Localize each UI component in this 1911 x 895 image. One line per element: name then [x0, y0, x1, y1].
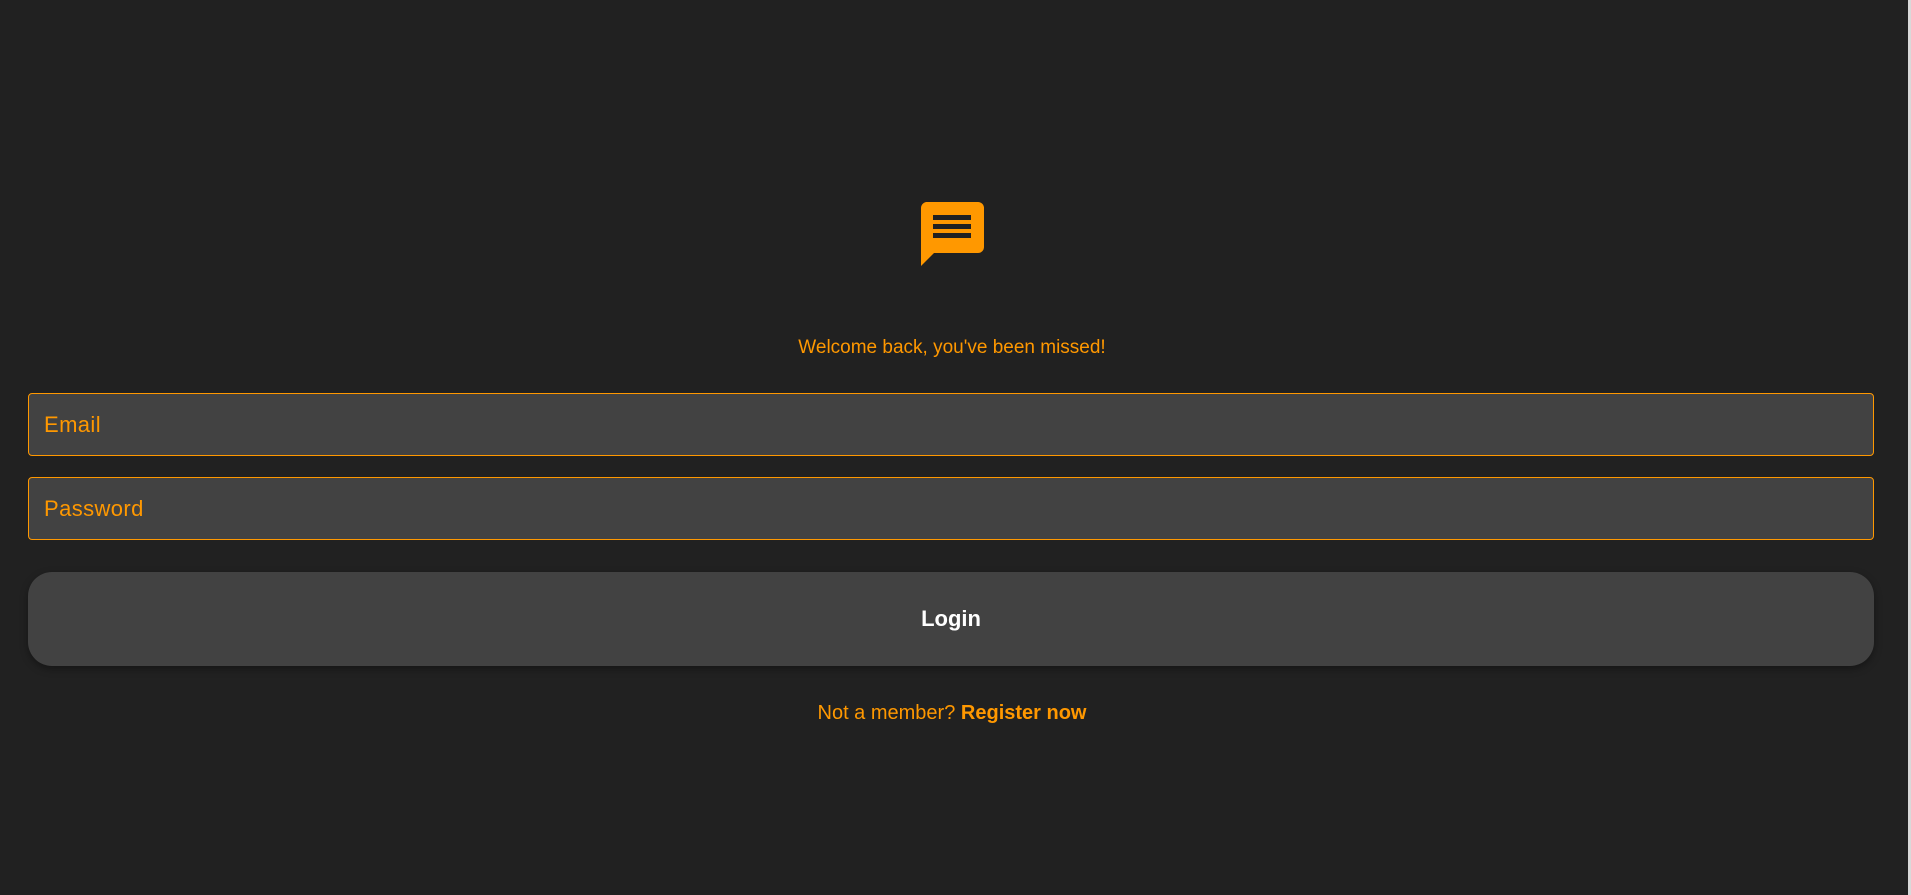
login-page: Welcome back, you've been missed! Login … [0, 0, 1911, 895]
chat-bubble-icon [920, 202, 984, 266]
welcome-message: Welcome back, you've been missed! [798, 337, 1106, 358]
register-prompt-row: Not a member? Register now [0, 700, 1904, 726]
password-field[interactable] [28, 477, 1874, 540]
register-now-link[interactable]: Register now [961, 702, 1087, 724]
login-button[interactable]: Login [28, 572, 1874, 666]
register-prompt-text: Not a member? [817, 702, 956, 724]
email-field[interactable] [28, 393, 1874, 456]
